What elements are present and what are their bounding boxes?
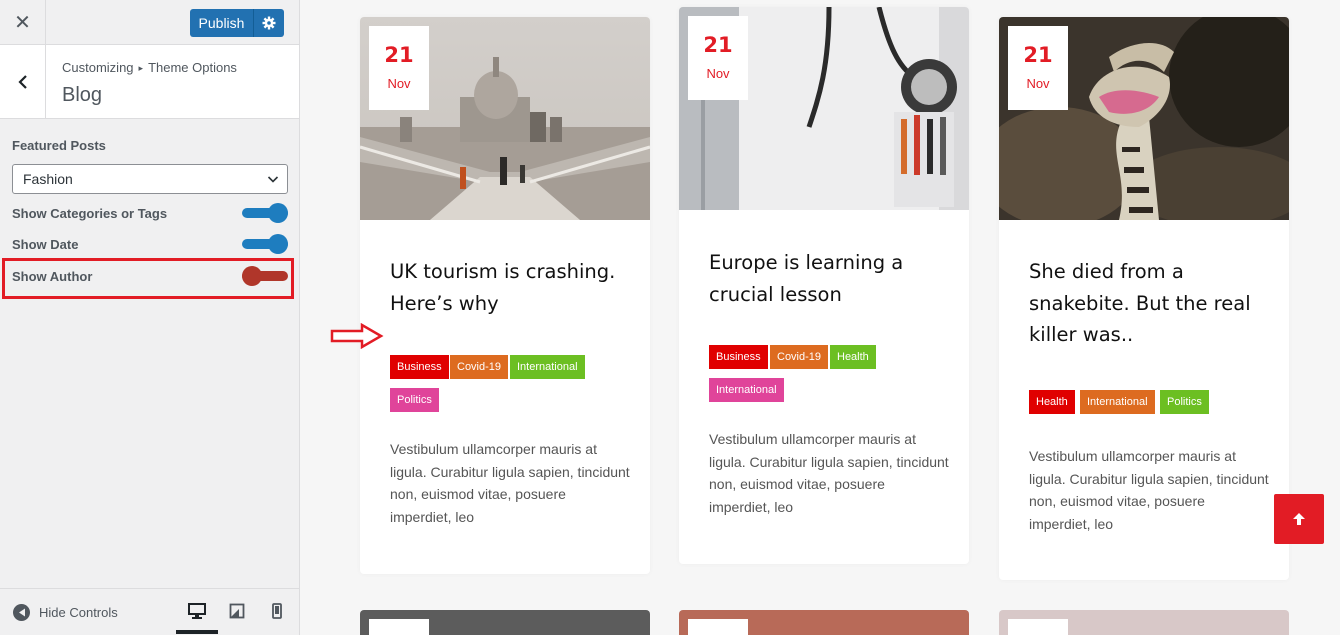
- post-date-day: 21: [384, 43, 414, 67]
- tablet-preview-button[interactable]: [227, 601, 247, 621]
- show-date-toggle[interactable]: [242, 234, 288, 254]
- section-title: Blog: [62, 84, 103, 106]
- breadcrumb-root: Customizing: [62, 60, 134, 75]
- tag-international[interactable]: International: [1080, 390, 1155, 414]
- annotation-arrow-icon: [330, 323, 384, 349]
- tag-health[interactable]: Health: [1029, 390, 1075, 414]
- post-date-month: Nov: [1026, 76, 1050, 91]
- show-categories-row: Show Categories or Tags: [12, 203, 288, 223]
- tag-health[interactable]: Health: [830, 345, 876, 369]
- desktop-icon: [188, 603, 206, 619]
- show-categories-toggle[interactable]: [242, 203, 288, 223]
- mobile-preview-button[interactable]: [267, 601, 287, 621]
- site-preview: 21 Nov UK tourism is crashing. Here’s wh…: [300, 0, 1340, 635]
- post-title[interactable]: UK tourism is crashing. Here’s why: [390, 256, 630, 319]
- customizer-topbar: ✕ Publish: [0, 0, 299, 45]
- tag-politics[interactable]: Politics: [390, 388, 439, 412]
- post-title[interactable]: She died from a snakebite. But the real …: [1029, 256, 1269, 351]
- featured-posts-select[interactable]: Fashion: [12, 164, 288, 194]
- close-icon: ✕: [14, 11, 31, 34]
- hide-controls-label: Hide Controls: [39, 605, 118, 620]
- chevron-left-icon: [17, 74, 27, 89]
- breadcrumb: Customizing ▸ Theme Options: [62, 60, 237, 75]
- post-title[interactable]: Europe is learning a crucial lesson: [709, 247, 949, 310]
- scroll-to-top-button[interactable]: [1274, 494, 1324, 544]
- hide-controls-button[interactable]: Hide Controls: [13, 604, 118, 621]
- tag-business[interactable]: Business: [390, 355, 449, 379]
- post-card-next[interactable]: [999, 610, 1289, 635]
- desktop-preview-button[interactable]: [176, 601, 218, 634]
- back-button[interactable]: [0, 45, 46, 118]
- gear-icon: [262, 16, 276, 30]
- featured-posts-value: Fashion: [23, 171, 73, 187]
- section-header: Customizing ▸ Theme Options Blog: [0, 45, 299, 119]
- tag-international[interactable]: International: [709, 378, 784, 402]
- breadcrumb-separator: ▸: [138, 63, 144, 73]
- tag-covid-19[interactable]: Covid-19: [450, 355, 509, 379]
- collapse-icon: [13, 604, 30, 621]
- tag-covid-19[interactable]: Covid-19: [770, 345, 829, 369]
- show-date-label: Show Date: [12, 237, 79, 252]
- tag-international[interactable]: International: [510, 355, 585, 379]
- post-date-month: Nov: [706, 66, 730, 81]
- publish-button[interactable]: Publish: [190, 9, 253, 37]
- blog-controls: Featured Posts Fashion Show Categories o…: [12, 138, 288, 286]
- breadcrumb-parent: Theme Options: [148, 60, 237, 75]
- post-excerpt: Vestibulum ullamcorper mauris at ligula.…: [390, 441, 630, 526]
- post-date-badge: 21 Nov: [688, 16, 748, 100]
- customizer-footer: Hide Controls: [0, 588, 299, 635]
- post-card: 21 Nov She died from a snakebite. But th…: [999, 17, 1289, 580]
- chevron-down-icon: [267, 176, 279, 183]
- publish-group: Publish: [190, 9, 284, 37]
- arrow-up-icon: [1293, 513, 1305, 525]
- post-date-month: Nov: [387, 76, 411, 91]
- show-categories-label: Show Categories or Tags: [12, 206, 168, 221]
- post-excerpt: Vestibulum ullamcorper mauris at ligula.…: [709, 431, 949, 516]
- post-date-badge: 21 Nov: [1008, 26, 1068, 110]
- tablet-icon: [229, 603, 245, 619]
- post-date-badge: 21 Nov: [369, 26, 429, 110]
- customizer-sidebar: ✕ Publish Customizing ▸ Theme Options Bl…: [0, 0, 300, 635]
- post-date-day: 21: [703, 33, 733, 57]
- post-excerpt: Vestibulum ullamcorper mauris at ligula.…: [1029, 448, 1269, 533]
- post-card-next[interactable]: [360, 610, 650, 635]
- publish-settings-button[interactable]: [253, 9, 284, 37]
- post-date-day: 21: [1023, 43, 1053, 67]
- show-author-highlight: [2, 258, 294, 299]
- featured-posts-label: Featured Posts: [12, 138, 106, 153]
- mobile-icon: [272, 603, 282, 619]
- post-card-next[interactable]: [679, 610, 969, 635]
- close-customizer-button[interactable]: ✕: [0, 0, 46, 44]
- show-date-row: Show Date: [12, 234, 288, 254]
- tag-business[interactable]: Business: [709, 345, 768, 369]
- post-card: 21 Nov Europe is learning a crucial less…: [679, 7, 969, 564]
- tag-politics[interactable]: Politics: [1160, 390, 1209, 414]
- post-card: 21 Nov UK tourism is crashing. Here’s wh…: [360, 17, 650, 574]
